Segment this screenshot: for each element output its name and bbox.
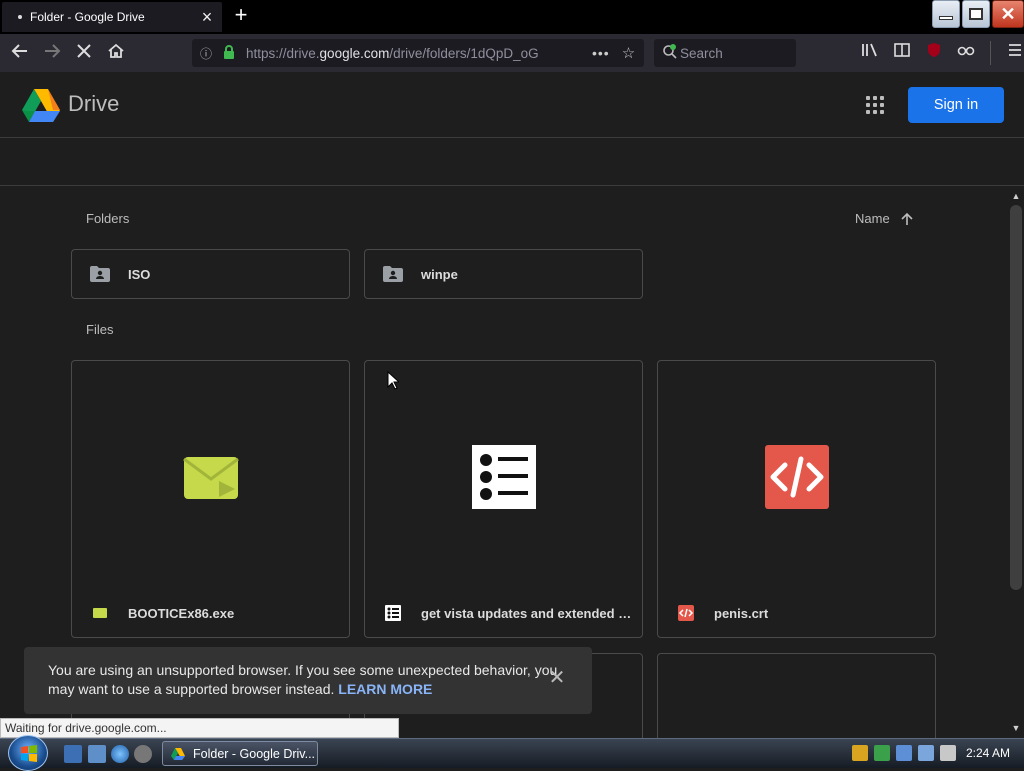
ublock-icon[interactable]: [922, 41, 946, 65]
drive-header: Drive Sign in: [0, 72, 1024, 138]
file-name: get vista updates and extended kernel: [421, 605, 636, 621]
folder-name: winpe: [421, 266, 458, 282]
app-quicklaunch-icon[interactable]: [134, 745, 152, 763]
scroll-up-icon[interactable]: ▲: [1011, 191, 1021, 201]
drive-toolbar: [0, 139, 1024, 186]
google-apps-icon[interactable]: [866, 96, 886, 116]
learn-more-link[interactable]: LEARN MORE: [338, 681, 432, 697]
windows-logo-icon: [21, 745, 37, 762]
list-document-icon: [471, 445, 536, 509]
toast-close-icon[interactable]: ✕: [548, 668, 566, 688]
bookmark-star-icon[interactable]: ☆: [622, 44, 635, 62]
tab-title: Folder - Google Drive: [30, 10, 145, 24]
unsupported-browser-toast: You are using an unsupported browser. If…: [24, 647, 592, 714]
show-desktop-icon[interactable]: [64, 745, 82, 763]
list-document-icon: [385, 605, 401, 621]
page-actions-icon[interactable]: •••: [592, 45, 610, 61]
folders-heading: Folders: [86, 211, 130, 226]
browser-titlebar: Folder - Google Drive × + ✕: [0, 0, 1024, 34]
windows-taskbar: Folder - Google Driv... 2:24 AM: [0, 735, 1024, 771]
switch-windows-icon[interactable]: [88, 745, 106, 763]
taskbar-browser-button[interactable]: Folder - Google Driv...: [162, 741, 318, 766]
file-name: BOOTICEx86.exe: [128, 605, 235, 621]
file-meta: get vista updates and extended kernel: [365, 589, 642, 637]
browser-status-text: Waiting for drive.google.com...: [0, 718, 399, 738]
lock-icon[interactable]: [222, 44, 240, 63]
shared-folder-icon: [90, 266, 110, 282]
sort-label: Name: [855, 211, 890, 226]
close-window-button[interactable]: ✕: [992, 0, 1024, 28]
drive-logo-text[interactable]: Drive: [68, 91, 119, 117]
shared-folder-icon: [383, 266, 403, 282]
forward-arrow-icon: [45, 44, 61, 58]
back-arrow-icon: [11, 44, 27, 58]
url-bar[interactable]: ⓘ https://drive.google.com/drive/folders…: [192, 39, 644, 67]
home-icon: [108, 43, 124, 58]
taskbar-clock[interactable]: 2:24 AM: [966, 746, 1010, 760]
code-file-icon: [678, 605, 694, 621]
file-card[interactable]: get vista updates and extended kernel: [364, 360, 643, 638]
sign-in-button[interactable]: Sign in: [908, 87, 1004, 123]
search-placeholder: Search: [680, 45, 723, 61]
file-card[interactable]: penis.crt: [657, 360, 936, 638]
mouse-cursor-icon: [387, 371, 399, 390]
info-icon[interactable]: ⓘ: [200, 45, 218, 62]
taskbar-browser-label: Folder - Google Driv...: [193, 746, 316, 761]
tab-close-icon[interactable]: ×: [196, 8, 218, 26]
back-button[interactable]: [8, 41, 32, 65]
tray-app-icon[interactable]: [874, 745, 890, 761]
file-name: penis.crt: [714, 605, 769, 621]
volume-muted-icon[interactable]: [940, 745, 956, 761]
home-button[interactable]: [104, 41, 128, 65]
start-button[interactable]: [8, 735, 48, 771]
drive-logo-icon[interactable]: [22, 88, 60, 122]
files-heading: Files: [86, 322, 114, 337]
scrollbar-thumb[interactable]: [1010, 205, 1022, 590]
executable-file-icon: [182, 457, 239, 499]
file-card-partial[interactable]: [657, 653, 936, 738]
toolbar-divider: [990, 41, 991, 65]
stop-icon: [77, 44, 91, 58]
extension-icon[interactable]: [954, 41, 978, 65]
search-bar[interactable]: Search: [654, 39, 796, 67]
scroll-down-icon[interactable]: ▼: [1011, 723, 1021, 733]
sort-by-name-button[interactable]: Name: [855, 211, 914, 226]
window-controls: ✕: [930, 0, 1024, 30]
url-text[interactable]: https://drive.google.com/drive/folders/1…: [246, 46, 576, 61]
folder-name: ISO: [128, 266, 151, 282]
drive-app-icon: [171, 747, 185, 760]
code-file-icon: [764, 445, 829, 509]
tab-loading-dot: [18, 15, 22, 19]
folder-card[interactable]: ISO: [71, 249, 350, 299]
file-card[interactable]: BOOTICEx86.exe: [71, 360, 350, 638]
network-icon[interactable]: [918, 745, 934, 761]
internet-explorer-icon[interactable]: [111, 745, 129, 763]
security-shield-icon[interactable]: [852, 745, 868, 761]
forward-button[interactable]: [40, 41, 64, 65]
new-tab-button[interactable]: +: [230, 4, 252, 27]
toolbar-icons: [858, 41, 1024, 65]
system-tray: [852, 745, 956, 761]
folder-card[interactable]: winpe: [364, 249, 643, 299]
search-icon: [662, 43, 680, 63]
executable-file-icon: [93, 608, 107, 618]
toast-message: You are using an unsupported browser. If…: [48, 662, 558, 697]
library-icon[interactable]: [858, 41, 882, 65]
restore-button[interactable]: [962, 0, 990, 28]
minimize-button[interactable]: [932, 0, 960, 28]
stop-loading-button[interactable]: [72, 41, 96, 65]
sort-arrow-up-icon: [901, 212, 913, 225]
menu-icon[interactable]: [1003, 41, 1024, 65]
navigation-toolbar: ⓘ https://drive.google.com/drive/folders…: [0, 34, 1024, 72]
browser-tab[interactable]: Folder - Google Drive ×: [2, 2, 222, 32]
file-meta: penis.crt: [658, 589, 935, 637]
file-meta: BOOTICEx86.exe: [72, 589, 349, 637]
page-scrollbar[interactable]: ▲ ▼: [1008, 187, 1024, 738]
tray-window-icon[interactable]: [896, 745, 912, 761]
reader-view-icon[interactable]: [890, 41, 914, 65]
